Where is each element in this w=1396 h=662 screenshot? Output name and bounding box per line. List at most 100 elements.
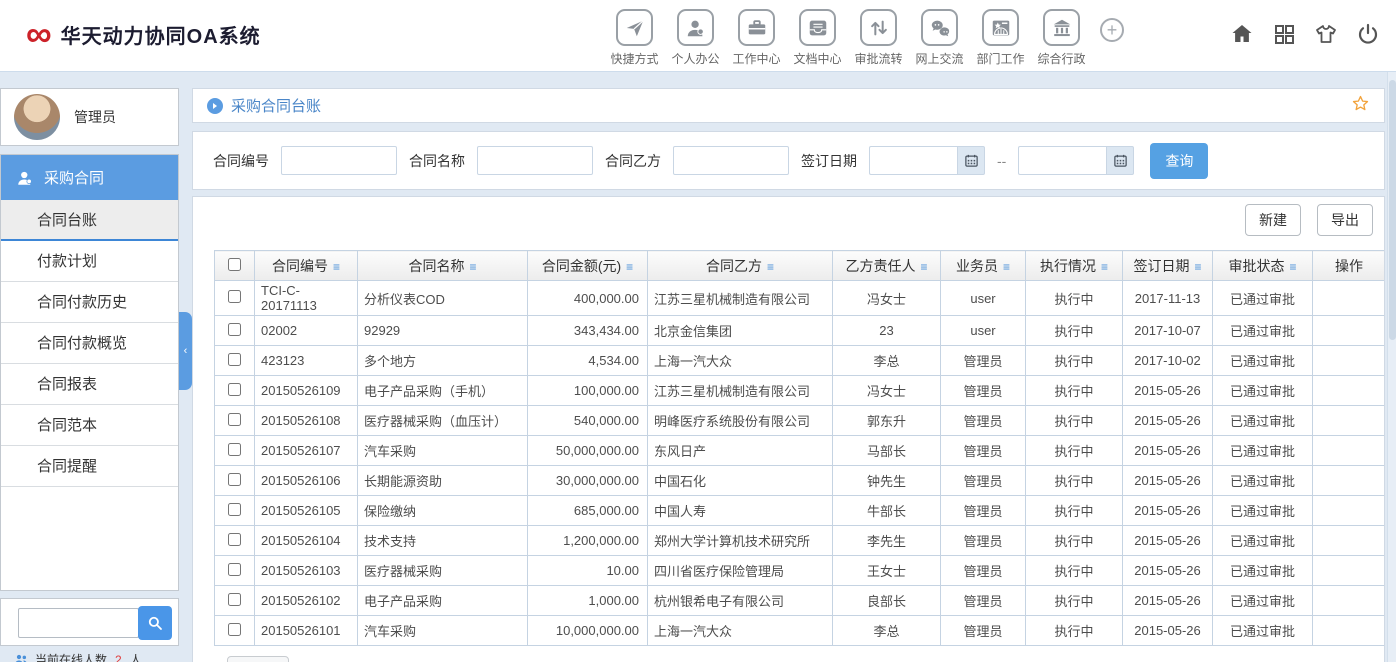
cell-approval-status: 已通过审批 <box>1213 616 1313 646</box>
row-checkbox[interactable] <box>228 533 241 546</box>
cell-party-rep: 郭东升 <box>833 406 941 436</box>
cell-sign-date: 2015-05-26 <box>1123 406 1213 436</box>
row-checkbox[interactable] <box>228 593 241 606</box>
logout-power-icon[interactable] <box>1356 22 1380 46</box>
row-checkbox[interactable] <box>228 290 241 303</box>
nav-label: 综合行政 <box>1037 50 1085 67</box>
calendar-icon <box>1113 153 1128 168</box>
home-icon[interactable] <box>1230 22 1254 46</box>
sort-filter-icon[interactable]: ≡ <box>333 260 340 274</box>
row-checkbox[interactable] <box>228 353 241 366</box>
row-checkbox-cell <box>215 526 255 556</box>
row-checkbox[interactable] <box>228 413 241 426</box>
column-header[interactable]: 执行情况≡ <box>1026 251 1123 281</box>
sidebar-item[interactable]: 合同范本 <box>1 405 178 446</box>
nav-item-work-center[interactable]: 工作中心 <box>726 9 787 67</box>
cell-party-b: 江苏三星机械制造有限公司 <box>648 376 833 406</box>
nav-item-online-chat[interactable]: 网上交流 <box>909 9 970 67</box>
sidebar-item[interactable]: 合同付款历史 <box>1 282 178 323</box>
date-from-input[interactable] <box>869 146 957 175</box>
sidebar-item[interactable]: 合同提醒 <box>1 446 178 487</box>
sidebar-search-button[interactable] <box>138 606 172 640</box>
sort-filter-icon[interactable]: ≡ <box>1194 260 1201 274</box>
row-checkbox[interactable] <box>228 623 241 636</box>
table-toolbar: 新建 导出 <box>193 197 1384 236</box>
row-checkbox[interactable] <box>228 323 241 336</box>
nav-label: 审批流转 <box>854 50 902 67</box>
nav-item-general-admin[interactable]: 综合行政 <box>1031 9 1092 67</box>
row-checkbox[interactable] <box>228 503 241 516</box>
sort-filter-icon[interactable]: ≡ <box>767 260 774 274</box>
page-scrollbar[interactable] <box>1387 72 1396 662</box>
sidebar-item[interactable]: 付款计划 <box>1 241 178 282</box>
contract-no-input[interactable] <box>281 146 397 175</box>
cell-party-rep: 李先生 <box>833 526 941 556</box>
cell-sign-date: 2015-05-26 <box>1123 436 1213 466</box>
cell-contract-no: 02002 <box>255 316 358 346</box>
row-checkbox[interactable] <box>228 443 241 456</box>
contract-name-input[interactable] <box>477 146 593 175</box>
cell-actions <box>1313 436 1386 466</box>
column-header[interactable]: 操作 <box>1313 251 1386 281</box>
new-button[interactable]: 新建 <box>1245 204 1301 236</box>
search-icon <box>146 614 164 632</box>
cell-party-b: 明峰医疗系统股份有限公司 <box>648 406 833 436</box>
sort-filter-icon[interactable]: ≡ <box>1101 260 1108 274</box>
cell-sign-date: 2015-05-26 <box>1123 526 1213 556</box>
sort-filter-icon[interactable]: ≡ <box>469 260 476 274</box>
theme-shirt-icon[interactable] <box>1314 22 1338 46</box>
chat-icon <box>921 9 958 46</box>
nav-item-approval-flow[interactable]: 审批流转 <box>848 9 909 67</box>
scrollbar-thumb[interactable] <box>1389 80 1396 340</box>
cell-agent: 管理员 <box>941 376 1026 406</box>
cell-sign-date: 2015-05-26 <box>1123 556 1213 586</box>
sort-filter-icon[interactable]: ≡ <box>1003 260 1010 274</box>
nav-item-shortcuts[interactable]: 快捷方式 <box>604 9 665 67</box>
sidebar-group-purchase-contract[interactable]: 采购合同 <box>1 155 178 200</box>
cell-contract-no: 423123 <box>255 346 358 376</box>
add-module-icon[interactable]: + <box>1100 18 1124 42</box>
sidebar-item[interactable]: 合同台账 <box>1 200 178 241</box>
date-to-input[interactable] <box>1018 146 1106 175</box>
query-button[interactable]: 查询 <box>1150 143 1208 179</box>
cell-sign-date: 2015-05-26 <box>1123 466 1213 496</box>
pagination-stub[interactable] <box>227 656 289 662</box>
column-label: 合同编号 <box>272 258 328 274</box>
sidebar-item[interactable]: 合同报表 <box>1 364 178 405</box>
column-header[interactable]: 合同乙方≡ <box>648 251 833 281</box>
export-button[interactable]: 导出 <box>1317 204 1373 236</box>
column-header[interactable]: 业务员≡ <box>941 251 1026 281</box>
date-from-calendar-button[interactable] <box>957 146 985 175</box>
cell-actions <box>1313 376 1386 406</box>
column-header[interactable]: 审批状态≡ <box>1213 251 1313 281</box>
table-row: TCI-C-20171113 分析仪表COD 400,000.00 江苏三星机械… <box>215 281 1386 316</box>
sort-filter-icon[interactable]: ≡ <box>626 260 633 274</box>
date-to-calendar-button[interactable] <box>1106 146 1134 175</box>
nav-item-department-work[interactable]: 部门工作 <box>970 9 1031 67</box>
row-checkbox[interactable] <box>228 473 241 486</box>
select-all-checkbox[interactable] <box>228 258 241 271</box>
cell-amount: 50,000,000.00 <box>528 436 648 466</box>
sidebar-item[interactable]: 合同付款概览 <box>1 323 178 364</box>
nav-item-personal-office[interactable]: 个人办公 <box>665 9 726 67</box>
sidebar-collapse-handle[interactable]: ‹ <box>179 312 192 390</box>
sidebar-search-input[interactable] <box>18 608 139 638</box>
column-header[interactable]: 乙方责任人≡ <box>833 251 941 281</box>
apps-grid-icon[interactable] <box>1272 22 1296 46</box>
column-header[interactable]: 签订日期≡ <box>1123 251 1213 281</box>
party-b-input[interactable] <box>673 146 789 175</box>
column-header[interactable]: 合同名称≡ <box>358 251 528 281</box>
favorite-star-icon[interactable] <box>1351 94 1370 118</box>
table-row: 20150526105 保险缴纳 685,000.00 中国人寿 牛部长 管理员… <box>215 496 1386 526</box>
row-checkbox[interactable] <box>228 563 241 576</box>
row-checkbox[interactable] <box>228 383 241 396</box>
avatar[interactable] <box>14 94 60 140</box>
nav-item-document-center[interactable]: 文档中心 <box>787 9 848 67</box>
table-row: 20150526102 电子产品采购 1,000.00 杭州银希电子有限公司 良… <box>215 586 1386 616</box>
column-header[interactable]: 合同金额(元)≡ <box>528 251 648 281</box>
sort-filter-icon[interactable]: ≡ <box>1289 260 1296 274</box>
cell-contract-no: 20150526103 <box>255 556 358 586</box>
column-header[interactable]: 合同编号 ≡ <box>255 251 358 281</box>
contract-name-label: 合同名称 <box>409 151 465 171</box>
sort-filter-icon[interactable]: ≡ <box>920 260 927 274</box>
